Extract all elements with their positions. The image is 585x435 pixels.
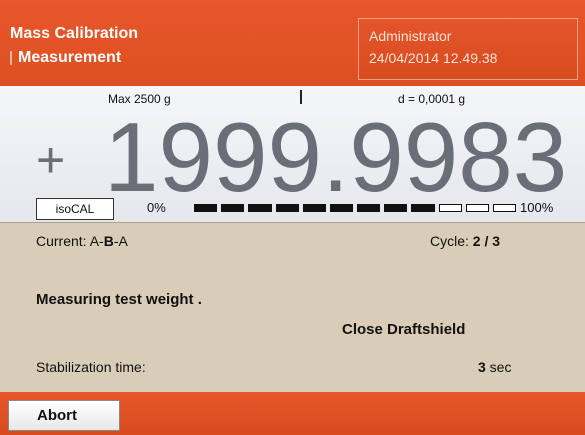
- current-highlight: B: [103, 233, 114, 249]
- progress-segment: [357, 204, 381, 212]
- breadcrumb-separator: [10, 51, 12, 65]
- stabilization-value: 3: [478, 359, 486, 375]
- date-time: 24/04/2014 12.49.38: [369, 50, 498, 66]
- abort-button[interactable]: Abort: [8, 400, 120, 431]
- header-bar: Mass Calibration Measurement Administrat…: [0, 0, 585, 86]
- progress-segment: [492, 204, 517, 212]
- current-sequence: Current: A-B-A: [36, 233, 128, 249]
- current-suffix: -A: [113, 233, 128, 249]
- weighing-progress-bar: [194, 204, 517, 212]
- progress-segment: [329, 204, 354, 212]
- footer-bar: Abort: [0, 392, 585, 435]
- user-name: Administrator: [369, 28, 452, 44]
- page-title: Measurement: [18, 49, 122, 66]
- weight-sign: +: [36, 132, 66, 188]
- progress-segment: [438, 204, 462, 212]
- progress-segment: [465, 204, 489, 212]
- user-info-box[interactable]: Administrator 24/04/2014 12.49.38: [358, 18, 578, 80]
- progress-max-label: 100%: [520, 200, 554, 215]
- progress-segment: [248, 204, 272, 212]
- header-subtitle-row: Measurement: [10, 46, 350, 70]
- progress-segment: [221, 204, 245, 212]
- progress-segment: [384, 204, 408, 212]
- progress-min-label: 0%: [147, 200, 166, 215]
- header-titles: Mass Calibration Measurement: [10, 22, 350, 70]
- progress-segment: [275, 204, 299, 212]
- instruction-message: Close Draftshield: [342, 321, 466, 338]
- stabilization-unit: sec: [485, 359, 512, 375]
- status-message: Measuring test weight .: [36, 291, 202, 308]
- progress-segment: [302, 204, 326, 212]
- isocal-button[interactable]: isoCAL: [36, 198, 114, 220]
- balance-screen: Mass Calibration Measurement Administrat…: [0, 0, 585, 435]
- stabilization-label: Stabilization time:: [36, 359, 146, 375]
- stabilization-time: 3 sec: [478, 359, 511, 375]
- progress-segment: [194, 204, 218, 212]
- progress-segment: [411, 204, 435, 212]
- current-prefix: Current: A-: [36, 233, 104, 249]
- cycle-label: Cycle:: [430, 233, 473, 249]
- weight-display: Max 2500 g d = 0,0001 g + 1999.9983 isoC…: [0, 86, 585, 222]
- cycle-counter: Cycle: 2 / 3: [430, 233, 500, 249]
- status-panel: Current: A-B-A Cycle: 2 / 3 Measuring te…: [0, 222, 585, 393]
- cycle-value: 2 / 3: [472, 233, 501, 249]
- weight-value: 1999.9983: [104, 102, 568, 212]
- app-title: Mass Calibration: [10, 25, 139, 42]
